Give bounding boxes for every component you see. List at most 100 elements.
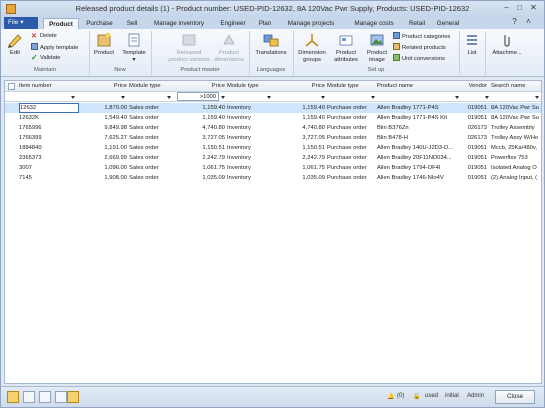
template-button[interactable]: Template ▾ xyxy=(119,32,149,63)
cell-price[interactable]: 1,159.40 xyxy=(273,103,325,113)
table-row[interactable]: 12632 1,870.00 Sales order 1,159.40 Inventor… xyxy=(5,103,541,113)
cell-module-type[interactable]: Sales order xyxy=(129,143,173,153)
cell-module-type[interactable]: Sales order xyxy=(129,123,173,133)
cell-search-name[interactable]: 8A 120Vac Pwr Su xyxy=(491,113,541,123)
cell-search-name[interactable]: Isolated Analog O xyxy=(491,163,541,173)
cell-item-number[interactable]: 2365373 xyxy=(19,153,79,163)
list-button[interactable]: List xyxy=(461,32,483,57)
help-icon[interactable]: ? xyxy=(509,17,520,27)
table-row[interactable]: 12632K 1,549.40 Sales order 1,159.40 Invento… xyxy=(5,113,541,123)
cell-price[interactable]: 1,035.09 xyxy=(175,173,225,183)
table-row[interactable]: 2365373 2,669.99 Sales order 2,242.79 Invent… xyxy=(5,153,541,163)
cell-price[interactable]: 1,061.75 xyxy=(175,163,225,173)
view-details-button[interactable] xyxy=(39,391,51,403)
cell-vendor[interactable]: 019051 xyxy=(461,163,487,173)
delete-button[interactable]: ✕ Delete xyxy=(31,32,57,41)
cell-price[interactable]: 1,908.00 xyxy=(81,173,127,183)
filter-dropdown-icon[interactable] xyxy=(71,96,75,99)
cell-module-type[interactable]: Purchase order xyxy=(327,143,375,153)
related-products-button[interactable]: Related products xyxy=(393,43,446,52)
cell-vendor[interactable]: 019051 xyxy=(461,153,487,163)
cell-price[interactable]: 1,159.40 xyxy=(175,103,225,113)
cell-search-name[interactable]: Mccb, 25Ka/480v, xyxy=(491,143,541,153)
cell-price[interactable]: 1,061.75 xyxy=(273,163,325,173)
apply-template-button[interactable]: Apply template xyxy=(31,43,78,52)
tab-retail[interactable]: Retail xyxy=(404,18,430,29)
filter-dropdown-icon[interactable] xyxy=(455,96,459,99)
product-categories-button[interactable]: Product categories xyxy=(393,32,450,41)
cell-module-type[interactable]: Inventory xyxy=(227,133,271,143)
cell-module-type[interactable]: Purchase order xyxy=(327,173,375,183)
cell-item-number[interactable]: 7145 xyxy=(19,173,79,183)
cell-search-name[interactable]: 8A 120Vac Pwr Su xyxy=(491,103,541,113)
cell-product-name[interactable]: Allen Bradley 140U-J2D3-D... xyxy=(377,143,461,153)
column-header-item-number[interactable]: Item number xyxy=(19,81,79,91)
price-filter-input[interactable]: >1000 xyxy=(177,92,219,101)
column-header-price[interactable]: Price xyxy=(273,81,325,91)
cell-price[interactable]: 4,740.80 xyxy=(273,123,325,133)
cell-price[interactable]: 1,159.40 xyxy=(175,113,225,123)
product-image-button[interactable]: Product image xyxy=(363,32,391,63)
cell-price[interactable]: 1,150.51 xyxy=(273,143,325,153)
new-product-button[interactable]: Product xyxy=(91,32,117,57)
cell-item-number[interactable]: 1766399 xyxy=(19,133,79,143)
view-split-button[interactable] xyxy=(55,391,67,403)
cell-module-type[interactable]: Inventory xyxy=(227,113,271,123)
cell-vendor[interactable]: 019051 xyxy=(461,103,487,113)
edit-button[interactable]: Edit xyxy=(5,32,25,57)
notification-count[interactable]: (0) xyxy=(397,393,404,399)
cell-module-type[interactable]: Purchase order xyxy=(327,133,375,143)
cell-price[interactable]: 4,740.80 xyxy=(175,123,225,133)
filter-dropdown-icon[interactable] xyxy=(535,96,539,99)
tab-sell[interactable]: Sell xyxy=(120,18,144,29)
filter-dropdown-icon[interactable] xyxy=(371,96,375,99)
filter-dropdown-icon[interactable] xyxy=(321,96,325,99)
notification-bell-icon[interactable]: 🔔 xyxy=(387,393,394,400)
cell-search-name[interactable]: Trolley Assembly xyxy=(491,123,541,133)
cell-module-type[interactable]: Sales order xyxy=(129,113,173,123)
edit-mode-toggle[interactable] xyxy=(7,391,19,403)
cell-module-type[interactable]: Sales order xyxy=(129,163,173,173)
cell-item-number[interactable]: 12632K xyxy=(19,113,79,123)
cell-module-type[interactable]: Inventory xyxy=(227,103,271,113)
tab-engineer[interactable]: Engineer xyxy=(214,18,252,29)
cell-price[interactable]: 2,242.79 xyxy=(175,153,225,163)
cell-price[interactable]: 1,096.00 xyxy=(81,163,127,173)
cell-module-type[interactable]: Inventory xyxy=(227,143,271,153)
cell-price[interactable]: 2,242.79 xyxy=(273,153,325,163)
column-header-price[interactable]: Price xyxy=(81,81,127,91)
attachments-button[interactable]: Attachme... xyxy=(487,32,527,57)
cell-price[interactable]: 3,727.05 xyxy=(273,133,325,143)
cell-search-name[interactable]: Trolley Assy W/Ho xyxy=(491,133,541,143)
close-icon[interactable]: ✕ xyxy=(528,3,539,13)
cell-module-type[interactable]: Sales order xyxy=(129,153,173,163)
cell-price[interactable]: 1,549.40 xyxy=(81,113,127,123)
column-header-vendor[interactable]: Vendor xyxy=(461,81,487,91)
cell-item-number[interactable]: 3007 xyxy=(19,163,79,173)
view-filter-button[interactable] xyxy=(67,391,79,403)
close-button[interactable]: Close xyxy=(495,390,535,404)
cell-module-type[interactable]: Inventory xyxy=(227,173,271,183)
tab-manage-projects[interactable]: Manage projects xyxy=(278,18,344,29)
cell-price[interactable]: 3,727.05 xyxy=(175,133,225,143)
filter-dropdown-icon[interactable] xyxy=(485,96,489,99)
cell-module-type[interactable]: Purchase order xyxy=(327,153,375,163)
cell-item-number[interactable]: 1884840 xyxy=(19,143,79,153)
cell-product-name[interactable]: Allen Bradley 1794-OF4I xyxy=(377,163,461,173)
dimension-groups-button[interactable]: Dimension groups xyxy=(295,32,329,63)
filter-dropdown-icon[interactable] xyxy=(167,96,171,99)
cell-product-name[interactable]: Allen Bradley 1771-P4S Kit xyxy=(377,113,461,123)
cell-module-type[interactable]: Sales order xyxy=(129,173,173,183)
cell-module-type[interactable]: Inventory xyxy=(227,153,271,163)
filter-dropdown-icon[interactable] xyxy=(267,96,271,99)
table-row[interactable]: 1766399 7,625.27 Sales order 3,727.05 Invent… xyxy=(5,133,541,143)
view-grid-button[interactable] xyxy=(23,391,35,403)
table-row[interactable]: 1884840 1,191.00 Sales order 1,150.51 Invent… xyxy=(5,143,541,153)
cell-search-name[interactable]: Powerflex 753 xyxy=(491,153,541,163)
cell-vendor[interactable]: 026173 xyxy=(461,123,487,133)
column-header-search-name[interactable]: Search name xyxy=(491,81,541,91)
cell-price[interactable]: 2,669.99 xyxy=(81,153,127,163)
cell-vendor[interactable]: 019051 xyxy=(461,113,487,123)
tab-general[interactable]: General xyxy=(432,18,464,29)
cell-module-type[interactable]: Purchase order xyxy=(327,163,375,173)
